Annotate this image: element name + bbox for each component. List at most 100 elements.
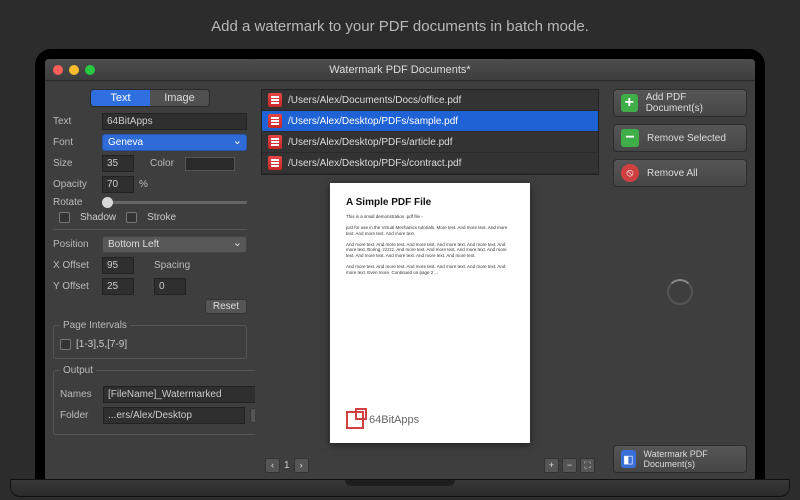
intervals-checkbox[interactable] bbox=[60, 339, 71, 350]
folder-input[interactable] bbox=[103, 407, 245, 424]
spinner-icon bbox=[667, 279, 693, 305]
xoffset-label: X Offset bbox=[53, 260, 97, 271]
size-label: Size bbox=[53, 158, 97, 169]
watermark-icon: ◧ bbox=[621, 450, 636, 468]
zoom-icon[interactable] bbox=[85, 65, 95, 75]
remove-selected-label: Remove Selected bbox=[647, 133, 726, 144]
font-value: Geneva bbox=[108, 137, 143, 148]
watermark-text: 64BitApps bbox=[369, 414, 419, 426]
yoffset-label: Y Offset bbox=[53, 281, 97, 292]
intervals-value: [1-3],5,[7-9] bbox=[76, 339, 127, 350]
watermark-preview: 64BitApps bbox=[346, 411, 514, 429]
zoom-in-button[interactable]: + bbox=[544, 458, 559, 473]
traffic-lights bbox=[53, 65, 95, 75]
page-number: 1 bbox=[284, 460, 290, 471]
spacing-input[interactable] bbox=[154, 278, 186, 295]
remove-all-button[interactable]: ⦸ Remove All bbox=[613, 159, 747, 187]
file-row[interactable]: /Users/Alex/Desktop/PDFs/article.pdf bbox=[262, 132, 598, 153]
prev-page-button[interactable]: ‹ bbox=[265, 458, 280, 473]
stroke-label: Stroke bbox=[147, 212, 176, 223]
color-well[interactable] bbox=[185, 157, 235, 171]
file-path: /Users/Alex/Desktop/PDFs/article.pdf bbox=[288, 137, 453, 148]
pager: ‹ 1 › bbox=[265, 458, 309, 473]
names-label: Names bbox=[60, 389, 98, 400]
pdf-page-preview: A Simple PDF File This is a small demons… bbox=[330, 183, 530, 443]
position-label: Position bbox=[53, 239, 97, 250]
page-intervals-legend: Page Intervals bbox=[60, 320, 130, 331]
position-value: Bottom Left bbox=[108, 239, 159, 250]
stroke-checkbox[interactable] bbox=[126, 212, 137, 223]
watermark-button[interactable]: ◧ Watermark PDF Document(s) bbox=[613, 445, 747, 473]
rotate-label: Rotate bbox=[53, 197, 97, 208]
tab-text[interactable]: Text bbox=[91, 90, 150, 106]
opacity-input[interactable] bbox=[102, 176, 134, 193]
font-select[interactable]: Geneva bbox=[102, 134, 247, 151]
titlebar: Watermark PDF Documents* bbox=[45, 59, 755, 81]
close-icon[interactable] bbox=[53, 65, 63, 75]
xoffset-input[interactable] bbox=[102, 257, 134, 274]
file-row[interactable]: /Users/Alex/Documents/Docs/office.pdf bbox=[262, 90, 598, 111]
right-panel: + Add PDF Document(s) − Remove Selected … bbox=[605, 81, 755, 481]
spacing-label: Spacing bbox=[154, 260, 194, 271]
preview-area: A Simple PDF File This is a small demons… bbox=[261, 175, 599, 455]
zoom-controls: + − ⛶ bbox=[544, 458, 595, 473]
pdf-icon bbox=[268, 93, 282, 107]
opacity-label: Opacity bbox=[53, 179, 97, 190]
file-row[interactable]: /Users/Alex/Desktop/PDFs/contract.pdf bbox=[262, 153, 598, 174]
file-path: /Users/Alex/Desktop/PDFs/contract.pdf bbox=[288, 158, 461, 169]
add-pdf-label: Add PDF Document(s) bbox=[646, 92, 739, 114]
shadow-checkbox[interactable] bbox=[59, 212, 70, 223]
shadow-label: Shadow bbox=[80, 212, 116, 223]
tagline: Add a watermark to your PDF documents in… bbox=[0, 0, 800, 49]
font-label: Font bbox=[53, 137, 97, 148]
file-row[interactable]: /Users/Alex/Desktop/PDFs/sample.pdf bbox=[262, 111, 598, 132]
preview-para: just for use in the Virtual Mechanics tu… bbox=[346, 225, 514, 237]
zoom-out-button[interactable]: − bbox=[562, 458, 577, 473]
text-label: Text bbox=[53, 116, 97, 127]
laptop-base bbox=[10, 479, 790, 497]
size-input[interactable] bbox=[102, 155, 134, 172]
preview-para: And more text. And more text. And more t… bbox=[346, 264, 514, 276]
add-pdf-button[interactable]: + Add PDF Document(s) bbox=[613, 89, 747, 117]
pdf-icon bbox=[268, 156, 282, 170]
minus-icon: − bbox=[621, 129, 639, 147]
remove-all-label: Remove All bbox=[647, 168, 698, 179]
pdf-icon bbox=[268, 135, 282, 149]
app-body: Text Image Text Font Geneva Size Color bbox=[45, 81, 755, 481]
window-title: Watermark PDF Documents* bbox=[45, 64, 755, 76]
file-list: /Users/Alex/Documents/Docs/office.pdf /U… bbox=[261, 89, 599, 175]
file-path: /Users/Alex/Desktop/PDFs/sample.pdf bbox=[288, 116, 458, 127]
reset-button[interactable]: Reset bbox=[205, 299, 247, 314]
watermark-type-segmented: Text Image bbox=[90, 89, 210, 107]
yoffset-input[interactable] bbox=[102, 278, 134, 295]
laptop-frame: Watermark PDF Documents* Text Image Text… bbox=[35, 49, 765, 481]
divider bbox=[53, 229, 247, 230]
position-select[interactable]: Bottom Left bbox=[102, 236, 247, 253]
preview-title: A Simple PDF File bbox=[346, 197, 514, 208]
screen: Watermark PDF Documents* Text Image Text… bbox=[45, 59, 755, 481]
file-path: /Users/Alex/Documents/Docs/office.pdf bbox=[288, 95, 461, 106]
preview-sub: This is a small demonstration .pdf file … bbox=[346, 214, 514, 220]
tab-image[interactable]: Image bbox=[150, 90, 209, 106]
rotate-slider[interactable] bbox=[102, 201, 247, 204]
preview-toolbar: ‹ 1 › + − ⛶ bbox=[261, 455, 599, 475]
text-input[interactable] bbox=[102, 113, 247, 130]
left-panel: Text Image Text Font Geneva Size Color bbox=[45, 81, 255, 481]
folder-label: Folder bbox=[60, 410, 98, 421]
opacity-unit: % bbox=[139, 179, 148, 190]
minimize-icon[interactable] bbox=[69, 65, 79, 75]
watermark-logo-icon bbox=[346, 411, 364, 429]
page-intervals-fieldset: Page Intervals [1-3],5,[7-9] bbox=[53, 320, 247, 359]
next-page-button[interactable]: › bbox=[294, 458, 309, 473]
fullscreen-button[interactable]: ⛶ bbox=[580, 458, 595, 473]
watermark-label: Watermark PDF Document(s) bbox=[644, 449, 739, 469]
preview-para: And more text. And more text. And more t… bbox=[346, 242, 514, 260]
center-panel: /Users/Alex/Documents/Docs/office.pdf /U… bbox=[255, 81, 605, 481]
output-fieldset: Output Names Folder Browse bbox=[53, 365, 255, 435]
no-entry-icon: ⦸ bbox=[621, 164, 639, 182]
remove-selected-button[interactable]: − Remove Selected bbox=[613, 124, 747, 152]
color-label: Color bbox=[150, 158, 180, 169]
pdf-icon bbox=[268, 114, 282, 128]
plus-icon: + bbox=[621, 94, 638, 112]
names-input[interactable] bbox=[103, 386, 255, 403]
